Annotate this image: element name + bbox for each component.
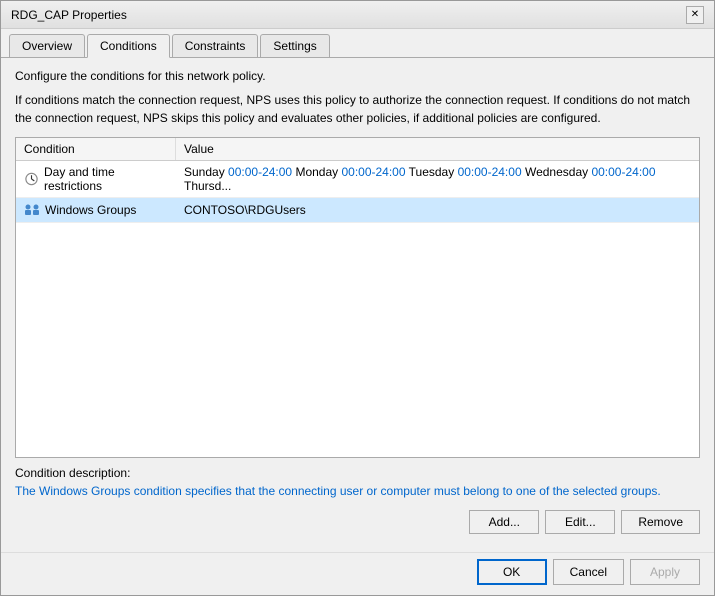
row2-condition-label: Windows Groups [45,203,136,217]
tab-content: Configure the conditions for this networ… [1,58,714,552]
group-icon [24,202,40,218]
footer-buttons: OK Cancel Apply [1,552,714,595]
tab-conditions[interactable]: Conditions [87,34,170,58]
table-body: Day and time restrictions Sunday 00:00-2… [16,161,699,457]
ok-button[interactable]: OK [477,559,547,585]
tab-overview[interactable]: Overview [9,34,85,57]
edit-button[interactable]: Edit... [545,510,615,534]
condition-description: Condition description: The Windows Group… [15,466,700,500]
column-header-value: Value [176,138,699,160]
table-header: Condition Value [16,138,699,161]
cancel-button[interactable]: Cancel [553,559,624,585]
row1-blue3: 00:00-24:00 [458,165,522,179]
row1-value: Sunday 00:00-24:00 Monday 00:00-24:00 Tu… [176,161,699,197]
row1-condition: Day and time restrictions [16,161,176,197]
action-buttons: Add... Edit... Remove [15,510,700,534]
description1: Configure the conditions for this networ… [15,68,700,85]
row1-blue4: 00:00-24:00 [591,165,655,179]
main-window: RDG_CAP Properties ✕ Overview Conditions… [0,0,715,596]
row2-condition: Windows Groups [16,198,176,222]
table-row[interactable]: Windows Groups CONTOSO\RDGUsers [16,198,699,223]
condition-desc-label: Condition description: [15,466,700,480]
title-bar: RDG_CAP Properties ✕ [1,1,714,29]
close-button[interactable]: ✕ [686,6,704,24]
row1-condition-label: Day and time restrictions [44,165,168,193]
row1-blue1: 00:00-24:00 [228,165,292,179]
table-row[interactable]: Day and time restrictions Sunday 00:00-2… [16,161,699,198]
conditions-table: Condition Value Day and time restriction… [15,137,700,458]
condition-desc-text: The Windows Groups condition specifies t… [15,483,700,500]
row2-value-text: CONTOSO\RDGUsers [184,203,306,217]
description2: If conditions match the connection reque… [15,91,700,127]
clock-icon [24,171,39,187]
remove-button[interactable]: Remove [621,510,700,534]
apply-button[interactable]: Apply [630,559,700,585]
tab-bar: Overview Conditions Constraints Settings [1,29,714,58]
window-title: RDG_CAP Properties [11,8,127,22]
tab-settings[interactable]: Settings [260,34,329,57]
row2-value: CONTOSO\RDGUsers [176,199,699,221]
add-button[interactable]: Add... [469,510,539,534]
row1-value-text: Sunday 00:00-24:00 Monday 00:00-24:00 Tu… [184,165,656,193]
tab-constraints[interactable]: Constraints [172,34,259,57]
column-header-condition: Condition [16,138,176,160]
row1-blue2: 00:00-24:00 [341,165,405,179]
